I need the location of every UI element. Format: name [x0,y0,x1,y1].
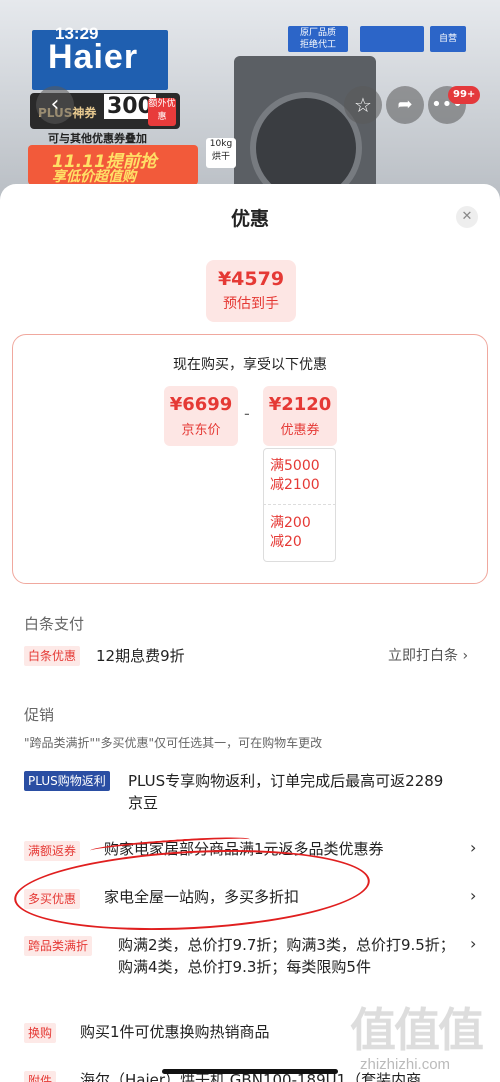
estimate-label: 预估到手 [223,296,279,312]
jd-price: ¥6699 [169,394,233,415]
back-button[interactable]: ‹ [36,86,74,124]
product-image-area: Haier 13:29 原厂品质拒绝代工 自营 PLUS神券 300 额外优惠 … [0,0,500,200]
promo-row-tag: PLUS购物返利 [24,771,110,791]
baitiao-action[interactable]: 立即打白条 › [388,645,468,667]
coupon-threshold: 满5000 [270,458,320,474]
chevron-right-icon[interactable]: › [470,934,476,953]
discount-detail-heading: 现在购买，享受以下优惠 [173,357,327,373]
coupon-item: 满200 减20 [270,514,311,552]
coupon-divider [263,504,336,505]
cart-count-badge: 99+ [448,86,481,104]
capacity-tag: 10kg 烘干 [206,138,236,168]
baitiao-tag: 白条优惠 [24,646,81,666]
promo-section-title: 促销 [24,706,55,724]
chevron-right-icon: › [462,648,469,664]
coupon-total: ¥2120 [268,394,332,415]
baitiao-section-title: 白条支付 [24,615,85,633]
close-button[interactable]: ✕ [456,206,478,228]
baitiao-text: 12期息费9折 [96,647,185,665]
star-icon: ☆ [354,93,372,117]
extra-discount-badge: 额外优惠 [148,98,176,126]
watermark-logo: 值值值 [350,1003,484,1057]
baitiao-action-label: 立即打白条 [388,648,458,664]
share-icon: ➦ [397,94,413,115]
jd-price-label: 京东价 [181,423,221,438]
promo-row-tag: 换购 [24,1023,57,1043]
promo-row-text[interactable]: 购买1件可优惠换购热销商品 [80,1021,270,1043]
coupon-discount: 减2100 [270,477,320,493]
coupon-total-card: ¥2120 优惠券 [263,386,337,446]
tag-line-2: 拒绝代工 [299,40,336,50]
estimate-card: ¥4579 预估到手 [206,260,296,322]
promo-row-text: PLUS专享购物返利，订单完成后最高可返2289京豆 [128,772,444,812]
promo-note: "跨品类满折""多买优惠"仅可任选其一，可在购物车更改 [24,736,323,750]
promo-row-tag: 满额返券 [24,841,81,861]
coupon-total-label: 优惠券 [280,423,320,438]
watermark-site: zhizhizhi.com [360,1056,451,1073]
promo-row-tag: 跨品类满折 [24,936,93,956]
self-operated-tag: 自营 [430,26,466,52]
coupon-discount: 减20 [270,534,302,550]
minus-sign: - [244,404,250,423]
tag-line-1: 原厂品质 [299,28,336,38]
estimate-price: ¥4579 [217,268,285,290]
promo-banner-subtitle: 享低价超值购 [52,169,136,185]
share-button[interactable]: ➦ [386,86,424,124]
coupon-threshold: 满200 [270,515,311,531]
coupon-item: 满5000 减2100 [270,457,320,495]
plus-coupon-subtext: 可与其他优惠券叠加 [48,132,147,145]
product-feature-tag [360,26,424,52]
discount-sheet: 优惠 ✕ ¥4579 预估到手 现在购买，享受以下优惠 ¥6699 京东价 - … [0,184,500,1082]
jd-price-card: ¥6699 京东价 [164,386,238,446]
favorite-button[interactable]: ☆ [344,86,382,124]
home-indicator [162,1069,338,1074]
status-time: 13:29 [55,24,99,43]
chevron-right-icon[interactable]: › [470,886,476,905]
close-icon: ✕ [461,209,473,224]
chevron-right-icon[interactable]: › [470,838,476,857]
chevron-left-icon: ‹ [50,92,60,117]
promo-row-text[interactable]: 购满2类，总价打9.7折；购满3类，总价打9.5折；购满4类，总价打9.3折；每… [118,934,458,978]
origin-tag: 原厂品质 拒绝代工 [288,26,348,52]
promo-row-tag: 附件 [24,1071,57,1082]
sheet-title: 优惠 [230,208,269,230]
